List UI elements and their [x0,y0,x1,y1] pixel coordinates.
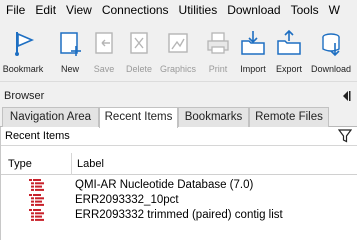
tab-navigation-area[interactable]: Navigation Area [2,107,99,127]
delete-button[interactable]: Delete [124,20,154,82]
menu-connections[interactable]: Connections [97,0,174,20]
panel-title: Recent Items [5,130,70,142]
table-header: Type Label [1,153,357,175]
print-button[interactable]: Print [204,20,232,82]
menu-utilities[interactable]: Utilities [174,0,223,20]
tab-remote-files[interactable]: Remote Files [249,107,329,127]
graphics-button[interactable]: Graphics [160,20,196,82]
menu-view[interactable]: View [61,0,97,20]
graphics-icon [168,33,188,53]
sequence-list-icon [29,179,44,191]
menu-edit[interactable]: Edit [30,0,61,20]
row-label: QMI-AR Nucleotide Database (7.0) [75,179,254,191]
sequence-list-icon [29,209,44,221]
download-cloud-icon [322,33,340,57]
browser-header: Browser [0,86,357,106]
tab-recent-items[interactable]: Recent Items [99,107,178,128]
sequence-list-icon [29,194,44,206]
download-button[interactable]: Download [310,20,352,82]
export-button[interactable]: Export [274,20,304,82]
table-row[interactable]: ERR2093332 trimmed (paired) contig list [1,208,357,222]
column-divider[interactable] [71,153,72,175]
menu-download[interactable]: Download [222,0,285,20]
menu-bar: File Edit View Connections Utilities Dow… [0,0,357,20]
tab-bookmarks[interactable]: Bookmarks [178,107,249,127]
new-button[interactable]: New [56,20,84,82]
filter-icon[interactable] [338,129,352,143]
export-label: Export [275,64,302,74]
download-label: Download [310,64,352,74]
import-label: Import [240,64,266,74]
new-document-icon [60,32,81,56]
column-header-type[interactable]: Type [8,153,32,175]
row-label: ERR2093332 trimmed (paired) contig list [75,209,283,221]
save-label: Save [93,64,115,74]
export-folder-icon [277,29,301,55]
menu-tools[interactable]: Tools [286,0,324,20]
save-button[interactable]: Save [90,20,118,82]
import-button[interactable]: Import [238,20,268,82]
import-folder-icon [241,31,265,55]
delete-document-icon [130,32,148,54]
browser-tabs: Navigation Area Recent Items Bookmarks R… [0,107,357,128]
bookmark-label: Bookmark [2,64,44,74]
browser-title: Browser [4,90,45,102]
column-header-label[interactable]: Label [77,153,104,175]
panel-header: Recent Items [1,127,357,146]
printer-icon [207,32,229,54]
save-arrow-icon [95,32,113,54]
delete-label: Delete [125,64,152,74]
menu-file[interactable]: File [0,0,30,20]
collapse-panel-icon[interactable] [341,90,351,102]
bookmark-flag-icon [15,32,35,56]
menu-window[interactable]: W [324,0,345,20]
toolbar: Bookmark New Save Delete Graphics Print … [0,20,357,82]
row-label: ERR2093332_10pct [75,194,179,206]
table-row[interactable]: ERR2093332_10pct [1,193,357,207]
print-label: Print [208,64,228,74]
bookmark-button[interactable]: Bookmark [3,20,43,82]
new-label: New [60,64,79,74]
table-row[interactable]: QMI-AR Nucleotide Database (7.0) [1,178,357,192]
graphics-label: Graphics [160,64,197,74]
recent-items-panel: Recent Items Type Label QMI-AR Nucleotid… [0,127,357,240]
